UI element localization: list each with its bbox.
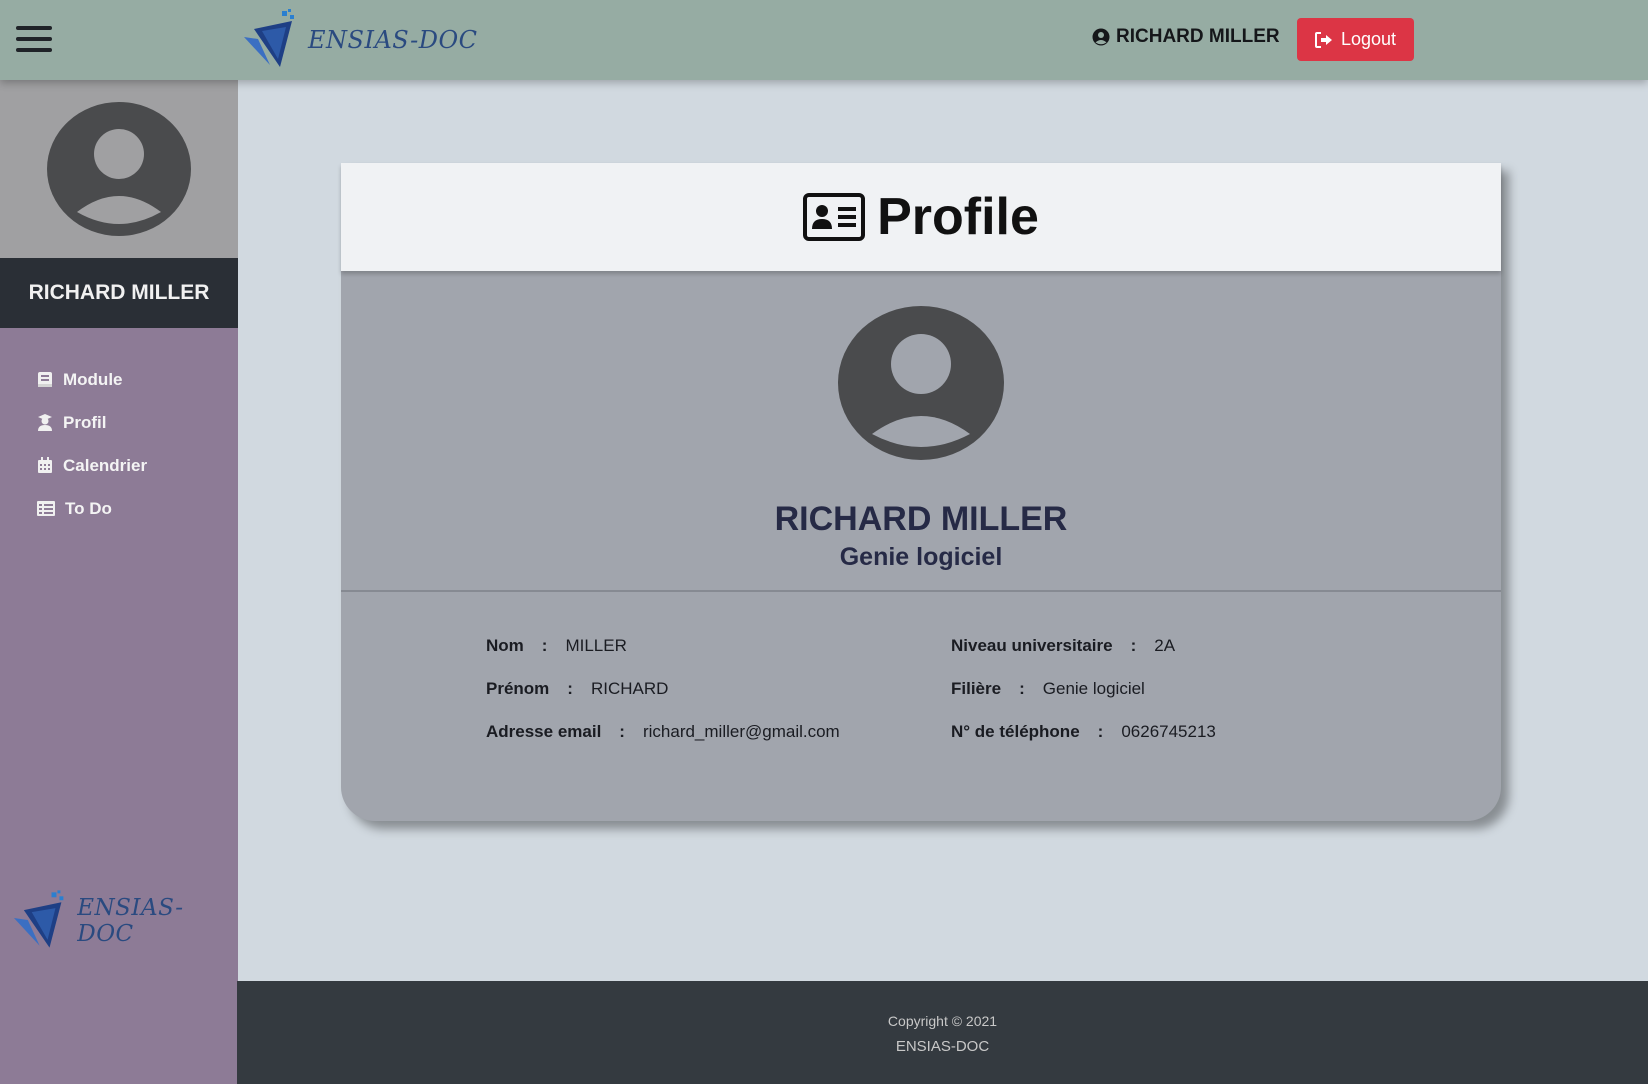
sidebar-brand-text: ENSIAS-DOC <box>77 895 184 947</box>
sidebar-item-label: Module <box>63 369 123 389</box>
info-nom: Nom : MILLER <box>486 636 627 656</box>
book-icon <box>38 372 52 387</box>
page-title: Profile <box>877 188 1039 246</box>
footer-brand: ENSIAS-DOC <box>895 1038 990 1055</box>
footer: Copyright © 2021 ENSIAS-DOC <box>237 981 1648 1084</box>
id-card-icon <box>803 193 866 241</box>
info-separator: : <box>567 679 573 698</box>
profile-card-header: Profile <box>341 163 1501 271</box>
profile-avatar-wrap <box>341 306 1501 460</box>
profile-full-name: RICHARD MILLER <box>774 500 1068 538</box>
info-separator: : <box>1019 679 1025 698</box>
info-label: Nom <box>486 636 524 655</box>
info-label: Prénom <box>486 679 550 698</box>
profile-filiere-heading: Genie logiciel <box>839 543 1003 571</box>
sidebar-item-label: Calendrier <box>63 455 148 475</box>
avatar <box>838 306 1004 460</box>
info-separator: : <box>541 636 548 655</box>
sidebar-user-name: RICHARD MILLER <box>0 258 238 328</box>
info-prenom: Prénom : RICHARD <box>486 679 668 699</box>
calendar-icon <box>38 457 52 473</box>
list-icon <box>37 501 55 516</box>
user-graduate-icon <box>38 414 52 431</box>
avatar <box>47 102 191 236</box>
current-user-name: RICHARD MILLER <box>1116 26 1280 47</box>
info-separator: : <box>1097 722 1104 741</box>
info-value: Genie logiciel <box>1042 679 1145 698</box>
sidebar-brand-logo: ENSIAS-DOC <box>10 890 238 952</box>
logo-icon <box>244 9 294 67</box>
sidebar-menu: Module Profil Calendrier To Do <box>0 328 238 530</box>
info-filiere: Filière : Genie logiciel <box>951 679 1145 699</box>
sidebar-item-profil[interactable]: Profil <box>0 401 238 444</box>
info-telephone: N° de téléphone : 0626745213 <box>951 722 1216 742</box>
info-separator: : <box>1130 636 1137 655</box>
info-value: richard_miller@gmail.com <box>642 722 840 741</box>
sidebar-item-label: Profil <box>63 412 107 432</box>
info-email: Adresse email : richard_miller@gmail.com <box>486 722 840 742</box>
top-navbar: ENSIAS-DOC RICHARD MILLER Logout <box>0 0 1648 80</box>
info-value: MILLER <box>565 636 627 655</box>
brand-text: ENSIAS-DOC <box>308 26 478 54</box>
sign-out-icon <box>1314 31 1332 48</box>
info-value: 2A <box>1154 636 1176 655</box>
info-label: Adresse email <box>486 722 602 741</box>
profile-card: Profile RICHARD MILLER Genie logiciel No… <box>341 163 1501 821</box>
info-value: RICHARD <box>590 679 669 698</box>
brand-logo[interactable]: ENSIAS-DOC <box>240 8 477 72</box>
logout-button[interactable]: Logout <box>1297 18 1414 61</box>
profile-info-grid: Nom : MILLER Prénom : RICHARD Adresse em… <box>341 592 1501 792</box>
info-label: Niveau universitaire <box>951 636 1113 655</box>
user-circle-icon <box>1092 28 1110 46</box>
sidebar-avatar-box <box>0 80 238 258</box>
sidebar: RICHARD MILLER Module Profil Calendrier … <box>0 80 238 1084</box>
current-user[interactable]: RICHARD MILLER <box>1092 26 1280 48</box>
info-label: Filière <box>951 679 1002 698</box>
logout-label: Logout <box>1340 29 1397 49</box>
sidebar-item-todo[interactable]: To Do <box>0 487 238 530</box>
info-niveau: Niveau universitaire : 2A <box>951 636 1175 656</box>
logo-icon <box>13 890 64 948</box>
footer-copyright: Copyright © 2021 <box>887 1013 998 1029</box>
info-separator: : <box>619 722 625 741</box>
sidebar-item-module[interactable]: Module <box>0 358 238 401</box>
sidebar-item-calendrier[interactable]: Calendrier <box>0 444 238 487</box>
info-label: N° de téléphone <box>951 722 1080 741</box>
info-value: 0626745213 <box>1121 722 1216 741</box>
hamburger-menu-icon[interactable] <box>16 26 52 52</box>
sidebar-item-label: To Do <box>65 498 112 518</box>
